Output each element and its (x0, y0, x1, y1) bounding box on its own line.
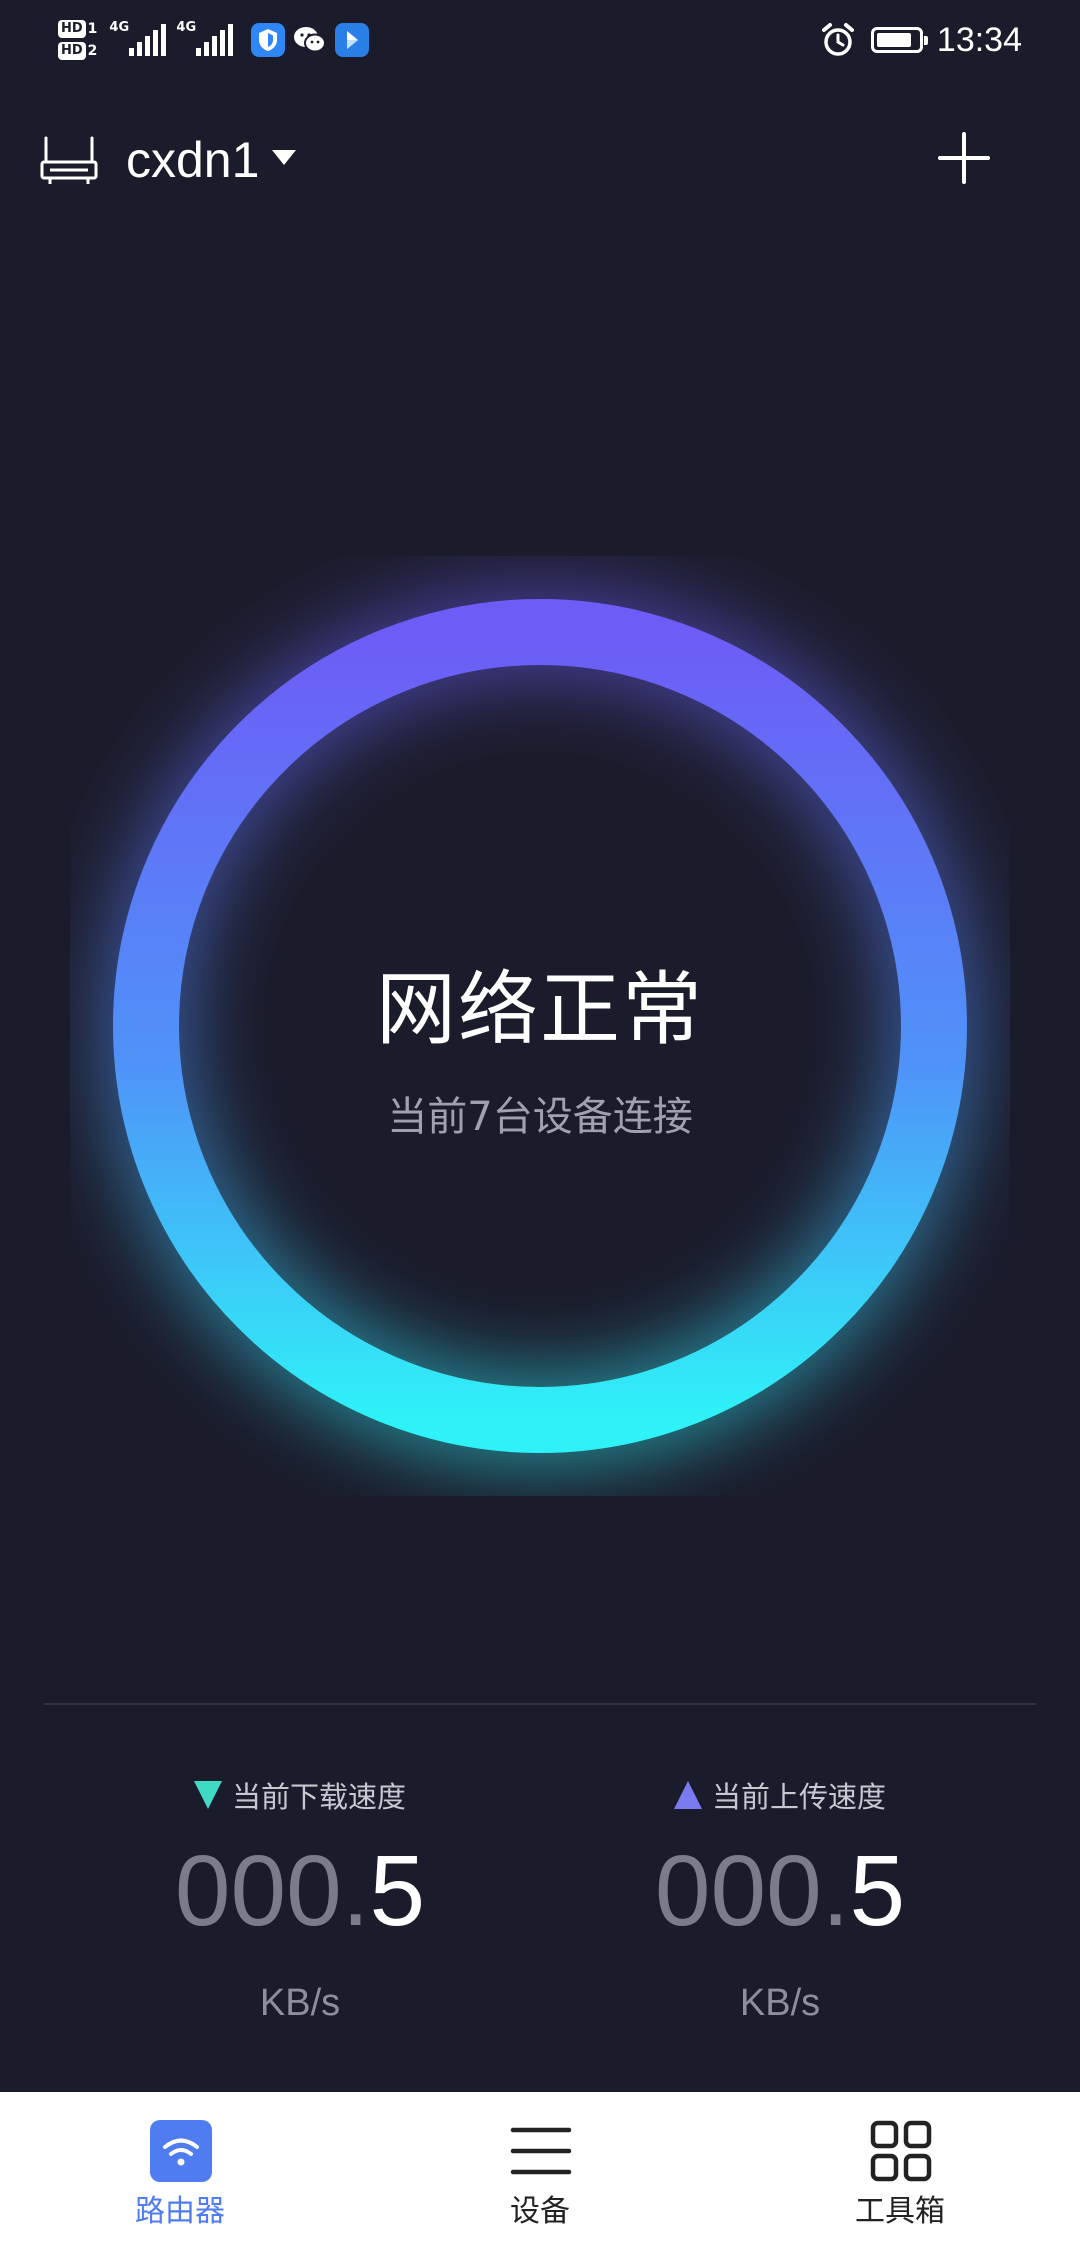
network-status-title: 网络正常 (376, 963, 704, 1056)
download-value-dot: . (341, 1835, 370, 1947)
connected-devices-count: 当前7台设备连接 (387, 1094, 693, 1140)
alarm-icon (821, 23, 854, 56)
download-speed: 当前下载速度 000.5 KB/s (120, 1772, 480, 2025)
hd-badge: HD (58, 42, 86, 60)
status-bar: HD 1 HD 2 4G 4G 13:34 (0, 0, 1080, 80)
nav-label-devices: 设备 (510, 2194, 570, 2229)
nav-tab-router[interactable]: 路由器 (80, 2092, 280, 2244)
upload-label-row: 当前上传速度 (600, 1772, 960, 1818)
header: cxdn1 (0, 110, 1080, 210)
download-speed-label: 当前下载速度 (231, 1780, 406, 1814)
upload-arrow-icon (673, 1781, 702, 1809)
upload-value-int: 000 (654, 1835, 822, 1947)
sim-indicators: HD 1 HD 2 (58, 20, 97, 60)
signal-bars-icon (196, 24, 234, 56)
network-type-2: 4G (176, 20, 197, 35)
battery-level (876, 33, 911, 47)
list-icon (510, 2127, 572, 2175)
grid-icon (870, 2120, 932, 2182)
status-bar-right: 13:34 (819, 14, 1022, 66)
upload-speed-label: 当前上传速度 (711, 1780, 886, 1814)
download-arrow-icon (193, 1781, 222, 1809)
caret-down-icon[interactable] (272, 150, 296, 166)
clock: 13:34 (936, 20, 1022, 59)
nav-label-router: 路由器 (135, 2194, 225, 2229)
wechat-icon (293, 23, 327, 57)
wifi-icon (150, 2120, 212, 2182)
signal-1: 4G (109, 20, 167, 56)
upload-value-frac: 5 (849, 1835, 906, 1947)
router-name-selector[interactable]: cxdn1 (126, 128, 259, 192)
sim2-indicator: HD 2 (58, 42, 97, 60)
download-label-row: 当前下载速度 (120, 1772, 480, 1818)
bottom-navigation: 路由器 设备 工具箱 (0, 2092, 1080, 2244)
router-icon[interactable] (40, 136, 98, 186)
download-speed-unit: KB/s (259, 1982, 341, 2024)
signal-bars-icon (129, 24, 167, 56)
network-type-1: 4G (109, 20, 130, 35)
nav-tab-devices[interactable]: 设备 (440, 2092, 640, 2244)
sim1-indicator: HD 1 (58, 20, 97, 38)
status-bar-left: HD 1 HD 2 4G 4G (58, 10, 370, 70)
add-button[interactable] (936, 130, 992, 186)
divider (44, 1703, 1036, 1705)
upload-speed-unit: KB/s (739, 1982, 821, 2024)
sim2-number: 2 (87, 43, 98, 59)
app-notification-icon (335, 23, 370, 57)
signal-2: 4G (176, 20, 234, 56)
download-value-int: 000 (174, 1835, 342, 1947)
download-value-frac: 5 (369, 1835, 426, 1947)
nav-tab-tools[interactable]: 工具箱 (800, 2092, 1000, 2244)
download-speed-value: 000.5 (120, 1836, 480, 1946)
shield-icon (251, 23, 286, 57)
upload-speed: 当前上传速度 000.5 KB/s (600, 1772, 960, 2025)
upload-speed-value: 000.5 (600, 1836, 960, 1946)
nav-label-tools: 工具箱 (855, 2194, 945, 2229)
sim1-number: 1 (87, 21, 98, 37)
upload-value-dot: . (821, 1835, 850, 1947)
battery-icon (870, 27, 928, 53)
hd-badge: HD (58, 20, 86, 38)
